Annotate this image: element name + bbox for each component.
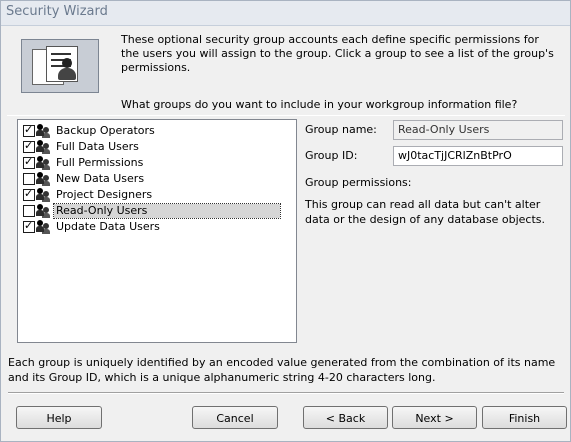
group-item-update-data-users[interactable]: ✓ Update Data Users [21, 219, 293, 235]
groups-list[interactable]: ✓ Backup Operators ✓ Full Data Users ✓ F… [17, 119, 297, 343]
header-description: These optional security group accounts e… [121, 33, 554, 74]
group-checkbox[interactable]: ✓ [23, 219, 35, 233]
security-wizard-window: Security Wizard These optional security … [0, 0, 571, 442]
group-label: Update Data Users [56, 220, 160, 233]
group-item-backup-operators[interactable]: ✓ Backup Operators [21, 123, 293, 139]
group-name-field: Read-Only Users [393, 120, 563, 140]
group-users-icon [36, 124, 51, 138]
group-id-label: Group ID: [305, 149, 358, 162]
wizard-illustration-icon [21, 39, 99, 93]
checkmark-icon: ✓ [24, 187, 34, 200]
group-checkbox[interactable]: ✓ [23, 187, 35, 201]
checkmark-icon: ✓ [24, 123, 34, 136]
checkmark-icon: ✓ [24, 155, 34, 168]
group-users-icon [36, 156, 51, 170]
help-button[interactable]: Help [16, 406, 102, 429]
group-label: Backup Operators [56, 124, 155, 137]
group-item-read-only-users[interactable]: Read-Only Users [21, 203, 293, 219]
group-users-icon [36, 188, 51, 202]
window-title: Security Wizard [6, 4, 108, 19]
groups-question: What groups do you want to include in yo… [121, 98, 518, 111]
group-checkbox[interactable] [23, 173, 35, 185]
group-checkbox[interactable]: ✓ [23, 123, 35, 137]
group-label: Full Data Users [56, 140, 139, 153]
cancel-button[interactable]: Cancel [192, 406, 278, 429]
group-checkbox[interactable]: ✓ [23, 139, 35, 153]
group-users-icon [36, 220, 51, 234]
group-checkbox[interactable] [23, 205, 35, 217]
group-label: Project Designers [56, 188, 153, 201]
group-checkbox[interactable]: ✓ [23, 155, 35, 169]
wizard-header: These optional security group accounts e… [7, 31, 565, 116]
group-permissions-description: This group can read all data but can't a… [305, 198, 545, 226]
footer-separator [8, 392, 564, 394]
group-name-label: Group name: [305, 123, 377, 136]
group-users-icon [36, 172, 51, 186]
group-item-new-data-users[interactable]: New Data Users [21, 171, 293, 187]
group-permissions-label: Group permissions: [305, 176, 412, 189]
group-users-icon [36, 140, 51, 154]
checkmark-icon: ✓ [24, 139, 34, 152]
title-bar[interactable]: Security Wizard [1, 1, 570, 26]
group-item-project-designers[interactable]: ✓ Project Designers [21, 187, 293, 203]
group-label: New Data Users [56, 172, 145, 185]
group-label: Read-Only Users [53, 203, 281, 219]
back-button[interactable]: < Back [303, 406, 388, 429]
group-id-field[interactable]: wJ0tacTjJCRlZnBtPrO [393, 146, 563, 166]
group-item-full-permissions[interactable]: ✓ Full Permissions [21, 155, 293, 171]
group-id-note: Each group is uniquely identified by an … [8, 356, 556, 384]
checkmark-icon: ✓ [24, 219, 34, 232]
group-users-icon [36, 204, 51, 218]
group-label: Full Permissions [56, 156, 144, 169]
group-item-full-data-users[interactable]: ✓ Full Data Users [21, 139, 293, 155]
finish-button[interactable]: Finish [482, 406, 567, 429]
next-button[interactable]: Next > [392, 406, 477, 429]
